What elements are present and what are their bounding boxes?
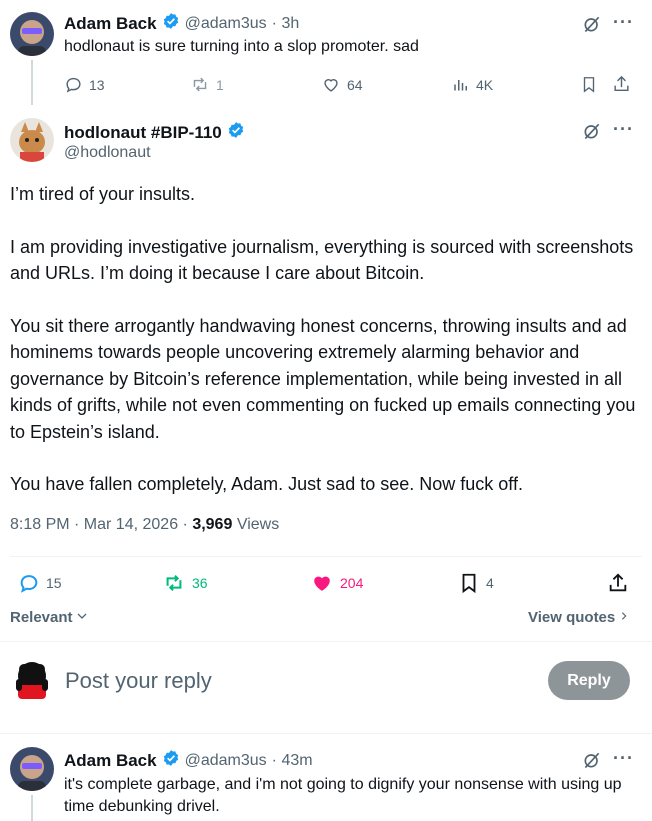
timestamp-text[interactable]: 8:18 PM · Mar 14, 2026 · xyxy=(10,516,188,533)
share-icon[interactable] xyxy=(612,74,631,99)
main-tweet-header: hodlonaut #BIP-110 xyxy=(64,121,245,144)
chevron-right-icon xyxy=(619,609,629,626)
like-count: 64 xyxy=(347,76,363,93)
more-options-icon[interactable]: ··· xyxy=(613,12,634,33)
reply-tweet-header: Adam Back @adam3us · 43m xyxy=(64,749,313,772)
view-quotes-label: View quotes xyxy=(528,609,616,626)
verified-badge-icon xyxy=(227,121,245,144)
divider xyxy=(10,556,642,557)
divider xyxy=(0,641,652,642)
repost-action[interactable]: 1 xyxy=(190,75,224,94)
grok-icon[interactable] xyxy=(582,14,602,39)
more-options-icon[interactable]: ··· xyxy=(613,748,634,769)
like-action[interactable]: 64 xyxy=(321,75,363,94)
chevron-down-icon xyxy=(76,609,88,626)
grok-icon[interactable] xyxy=(582,750,602,775)
author-handle[interactable]: @adam3us xyxy=(185,752,267,770)
like-count: 204 xyxy=(340,575,364,591)
repost-count: 36 xyxy=(192,575,208,591)
heart-icon xyxy=(324,79,338,92)
paragraph: You have fallen completely, Adam. Just s… xyxy=(10,474,523,494)
tweet-time[interactable]: · 3h xyxy=(272,15,300,33)
bookmark-icon xyxy=(462,573,476,594)
tweet1-header: Adam Back @adam3us · 3h xyxy=(64,12,299,35)
heart-icon xyxy=(314,576,330,591)
grok-icon[interactable] xyxy=(582,121,602,146)
author-handle[interactable]: @adam3us xyxy=(185,15,267,33)
repost-icon xyxy=(166,574,182,592)
avatar-adam-back[interactable] xyxy=(10,12,54,56)
bookmark-icon[interactable] xyxy=(580,75,598,99)
paragraph: You sit there arrogantly handwaving hone… xyxy=(10,315,636,442)
avatar-current-user[interactable] xyxy=(10,659,54,703)
author-name[interactable]: hodlonaut #BIP-110 xyxy=(64,123,222,143)
views-icon xyxy=(454,80,467,91)
author-name[interactable]: Adam Back xyxy=(64,751,157,771)
views-label: Views xyxy=(236,516,280,533)
tweet-timestamp: 8:18 PM · Mar 14, 2026 · 3,969 Views xyxy=(10,516,279,534)
paragraph: I am providing investigative journalism,… xyxy=(10,236,634,284)
bookmark-count: 4 xyxy=(486,575,494,591)
bookmark-action[interactable]: 4 xyxy=(458,572,494,594)
author-name[interactable]: Adam Back xyxy=(64,14,157,34)
tweet-time[interactable]: · 43m xyxy=(272,752,313,770)
verified-badge-icon xyxy=(162,749,180,772)
reply-action[interactable]: 15 xyxy=(18,572,62,594)
reply-input[interactable]: Post your reply xyxy=(65,668,212,694)
sort-relevant-dropdown[interactable]: Relevant xyxy=(10,609,88,626)
repost-icon xyxy=(193,77,207,92)
reply-tweet-text: it's complete garbage, and i'm not going… xyxy=(64,776,622,815)
share-icon[interactable] xyxy=(607,572,629,599)
tweet1-text: hodlonaut is sure turning into a slop pr… xyxy=(64,38,419,55)
reply-count: 15 xyxy=(46,575,62,591)
paragraph: I’m tired of your insults. xyxy=(10,184,196,204)
divider xyxy=(0,733,652,734)
like-action[interactable]: 204 xyxy=(310,572,363,594)
more-options-icon[interactable]: ··· xyxy=(613,119,634,140)
sort-label: Relevant xyxy=(10,609,73,626)
reply-icon xyxy=(20,575,38,593)
views-count: 4K xyxy=(476,76,494,93)
reply-icon xyxy=(66,77,81,93)
reply-count: 13 xyxy=(89,76,105,93)
avatar-adam-back[interactable] xyxy=(10,747,54,791)
view-quotes-link[interactable]: View quotes xyxy=(528,609,629,626)
repost-action[interactable]: 36 xyxy=(162,572,208,594)
thread-line xyxy=(31,60,33,105)
verified-badge-icon xyxy=(162,12,180,35)
views-count: 3,969 xyxy=(192,516,233,533)
thread-line xyxy=(31,795,33,821)
author-handle[interactable]: @hodlonaut xyxy=(64,144,151,162)
repost-count: 1 xyxy=(216,76,224,93)
reply-button[interactable]: Reply xyxy=(548,661,630,700)
views-action[interactable]: 4K xyxy=(452,75,493,94)
reply-action[interactable]: 13 xyxy=(64,75,105,94)
avatar-hodlonaut[interactable] xyxy=(10,118,54,162)
main-tweet-text: I’m tired of your insults. I am providin… xyxy=(10,181,642,498)
